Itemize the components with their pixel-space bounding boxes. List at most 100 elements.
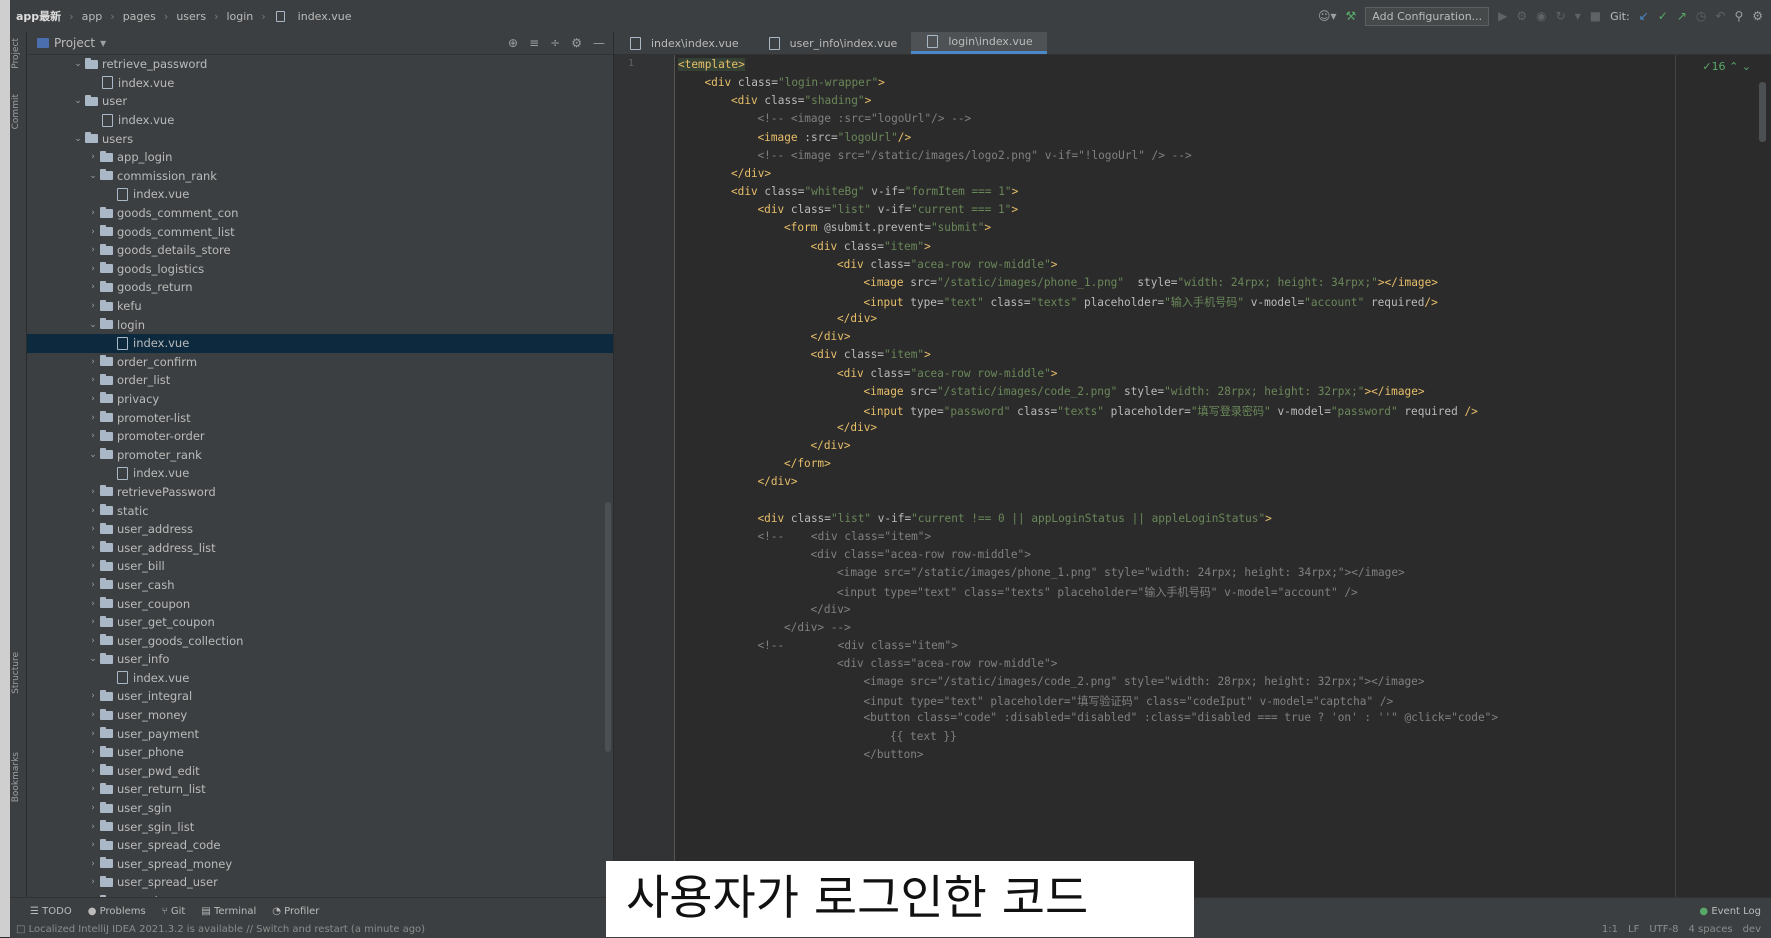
tree-folder-row[interactable]: › static [27, 501, 613, 520]
tree-file-row[interactable]: index.vue [27, 669, 613, 688]
bottom-tool-git[interactable]: ⑂ Git [162, 906, 186, 917]
options-gear-icon[interactable]: ⚙ [571, 37, 582, 49]
chevron-right-icon[interactable]: › [86, 282, 100, 292]
collapse-all-icon[interactable]: ÷ [550, 37, 560, 49]
breadcrumb-item[interactable]: pages [123, 10, 156, 23]
coverage-icon[interactable]: ◉ [1536, 10, 1546, 22]
tree-folder-row[interactable]: › user_return_list [27, 780, 613, 799]
tree-folder-row[interactable]: › goods_details_store [27, 241, 613, 260]
user-icon[interactable]: ☺▾ [1318, 10, 1337, 22]
code-view[interactable]: <template> <div class="login-wrapper"> <di… [678, 55, 1738, 897]
breadcrumb-item[interactable]: login [226, 10, 253, 23]
chevron-down-icon[interactable]: ⌄ [71, 96, 85, 106]
chevron-right-icon[interactable]: › [86, 431, 100, 441]
status-item[interactable]: 1:1 [1602, 924, 1618, 935]
event-log-button[interactable]: ● Event Log [1699, 906, 1761, 917]
bottom-tool-terminal[interactable]: ▤ Terminal [201, 906, 256, 917]
chevron-right-icon[interactable]: › [86, 580, 100, 590]
tree-folder-row[interactable]: › user_phone [27, 743, 613, 762]
chevron-right-icon[interactable]: › [86, 729, 100, 739]
chevron-down-icon[interactable]: ⌄ [71, 59, 85, 69]
tree-folder-row[interactable]: › app_login [27, 148, 613, 167]
editor-tab[interactable]: index\index.vue [614, 32, 753, 54]
git-history-icon[interactable]: ◷ [1696, 10, 1706, 22]
chevron-down-icon[interactable]: ⌄ [86, 171, 100, 181]
tree-folder-row[interactable]: ⌄ commission_rank [27, 167, 613, 186]
tree-folder-row[interactable]: ⌄ user [27, 92, 613, 111]
chevron-right-icon[interactable]: › [86, 599, 100, 609]
settings-gear-icon[interactable]: ⚙ [1752, 10, 1763, 22]
breadcrumb-item[interactable]: app最新 [16, 8, 61, 24]
chevron-down-icon[interactable]: ⌄ [86, 654, 100, 664]
tree-folder-row[interactable]: › user_integral [27, 687, 613, 706]
editor-tab[interactable]: user_info\index.vue [753, 32, 912, 54]
chevron-up-icon[interactable]: ⌃ [1729, 60, 1738, 73]
chevron-right-icon[interactable]: › [86, 227, 100, 237]
tree-folder-row[interactable]: › user_spread_user [27, 873, 613, 892]
status-item[interactable]: 4 spaces [1688, 924, 1732, 935]
tree-folder-row[interactable]: › privacy [27, 390, 613, 409]
chevron-right-icon[interactable]: › [86, 766, 100, 776]
chevron-down-icon[interactable]: ⌄ [71, 134, 85, 144]
breadcrumb-item[interactable]: index.vue [298, 10, 352, 23]
structure-tool-tab[interactable]: Structure [11, 652, 21, 694]
tree-folder-row[interactable]: › user_payment [27, 724, 613, 743]
chevron-right-icon[interactable]: › [86, 357, 100, 367]
debug-icon[interactable]: ⚙ [1516, 10, 1527, 22]
chevron-right-icon[interactable]: › [86, 617, 100, 627]
tree-folder-row[interactable]: › goods_return [27, 278, 613, 297]
more-run-icon[interactable]: ▾ [1575, 10, 1581, 22]
tree-file-row[interactable]: index.vue [27, 111, 613, 130]
editor-tab[interactable]: login\index.vue [911, 32, 1047, 54]
search-icon[interactable]: ⚲ [1734, 10, 1743, 22]
chevron-right-icon[interactable]: › [86, 859, 100, 869]
stop-icon[interactable]: ■ [1590, 10, 1601, 22]
status-message[interactable]: □ Localized IntelliJ IDEA 2021.3.2 is av… [16, 924, 425, 935]
tree-folder-row[interactable]: › user_pwd_edit [27, 762, 613, 781]
tree-folder-row[interactable]: › user_address_list [27, 538, 613, 557]
chevron-right-icon[interactable]: › [86, 264, 100, 274]
commit-tool-tab[interactable]: Commit [11, 94, 21, 129]
chevron-right-icon[interactable]: › [86, 394, 100, 404]
chevron-right-icon[interactable]: › [86, 487, 100, 497]
tree-file-row[interactable]: index.vue [27, 185, 613, 204]
chevron-right-icon[interactable]: › [86, 877, 100, 887]
tree-folder-row[interactable]: › retrievePassword [27, 483, 613, 502]
inspection-widget[interactable]: ✓16 ⌃ ⌄ [1702, 60, 1751, 73]
chevron-right-icon[interactable]: › [86, 543, 100, 553]
run-icon[interactable]: ▶ [1498, 10, 1507, 22]
breadcrumb-item[interactable]: users [176, 10, 206, 23]
chevron-right-icon[interactable]: › [86, 636, 100, 646]
bottom-tool-todo[interactable]: ☰ TODO [30, 906, 72, 917]
chevron-right-icon[interactable]: › [86, 506, 100, 516]
tree-folder-row[interactable]: › user_goods_collection [27, 631, 613, 650]
tree-file-row[interactable]: index.vue [27, 74, 613, 93]
tree-folder-row[interactable]: ⌄ retrieve_password [27, 55, 613, 74]
chevron-down-icon[interactable]: ⌄ [86, 450, 100, 460]
chevron-right-icon[interactable]: › [86, 524, 100, 534]
project-tool-tab[interactable]: Project [11, 38, 21, 69]
chevron-right-icon[interactable]: › [86, 747, 100, 757]
tree-folder-row[interactable]: › goods_comment_list [27, 222, 613, 241]
bookmarks-tool-tab[interactable]: Bookmarks [11, 752, 21, 802]
tree-folder-row[interactable]: › user_money [27, 706, 613, 725]
project-view-selector[interactable]: Project ▾ [27, 36, 106, 50]
locate-file-icon[interactable]: ⊕ [508, 37, 518, 49]
chevron-right-icon[interactable]: › [86, 245, 100, 255]
tree-folder-row[interactable]: › order_list [27, 371, 613, 390]
breadcrumb-item[interactable]: app [82, 10, 103, 23]
status-item[interactable]: dev [1743, 924, 1761, 935]
git-commit-icon[interactable]: ✓ [1658, 10, 1668, 22]
tree-folder-row[interactable]: › user_sgin [27, 799, 613, 818]
tree-folder-row[interactable]: › user_address [27, 520, 613, 539]
tree-folder-row[interactable]: › user_sgin_list [27, 817, 613, 836]
chevron-right-icon[interactable]: › [86, 301, 100, 311]
tree-folder-row[interactable]: › user_spread_code [27, 836, 613, 855]
chevron-right-icon[interactable]: › [86, 375, 100, 385]
build-hammer-icon[interactable]: ⚒ [1346, 10, 1357, 22]
chevron-right-icon[interactable]: › [86, 710, 100, 720]
chevron-right-icon[interactable]: › [86, 413, 100, 423]
tree-folder-row[interactable]: ⌄ users [27, 129, 613, 148]
bottom-tool-profiler[interactable]: ◔ Profiler [272, 906, 319, 917]
profile-icon[interactable]: ↻ [1556, 10, 1566, 22]
